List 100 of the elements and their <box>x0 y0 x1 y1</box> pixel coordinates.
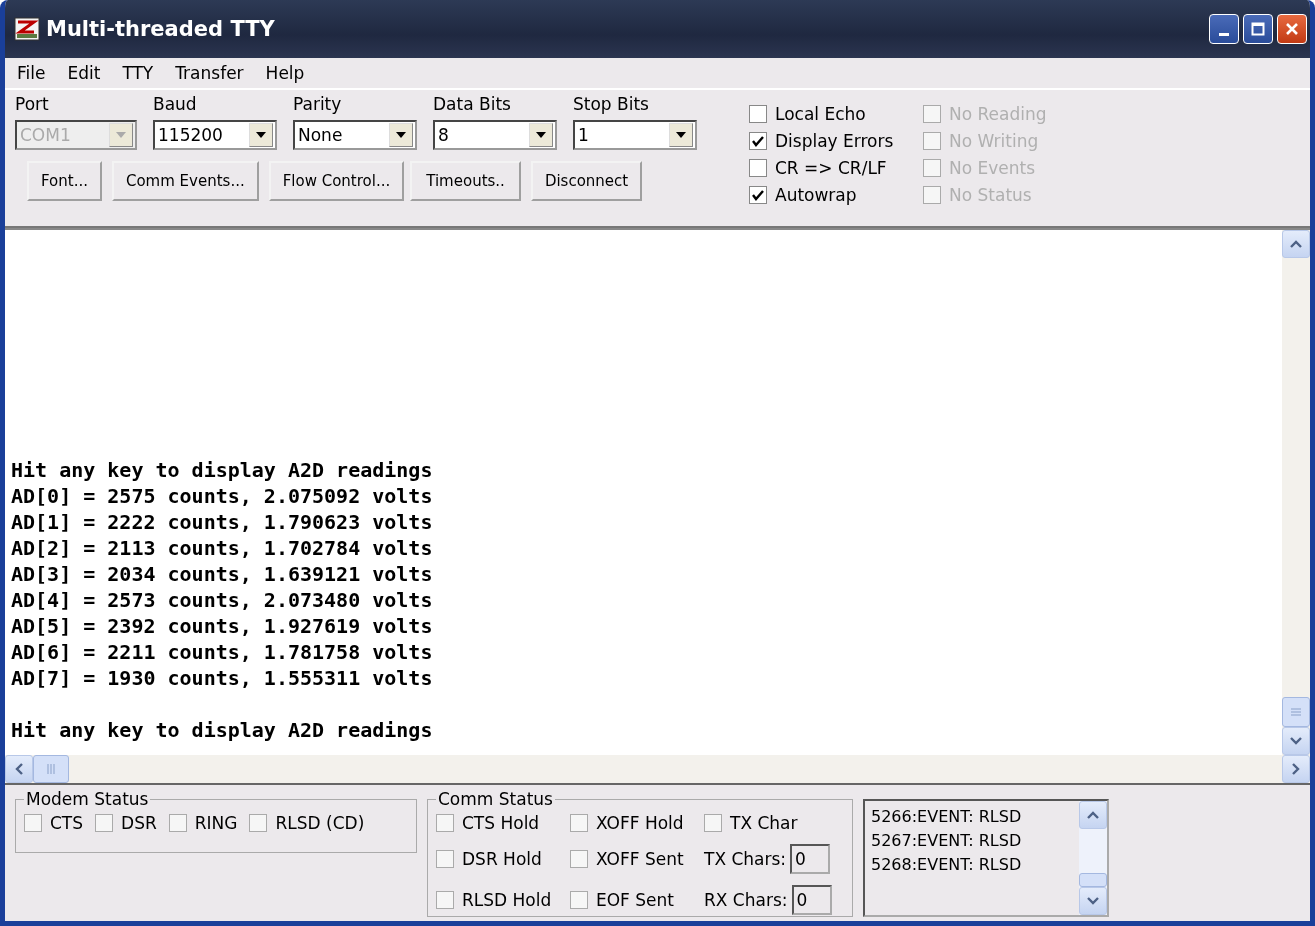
toolbar-button[interactable]: Comm Events... <box>111 161 259 201</box>
checkbox-label: CR => CR/LF <box>775 158 887 178</box>
menu-item[interactable]: Edit <box>65 63 103 83</box>
dropdown[interactable]: 1 <box>573 120 697 150</box>
list-item[interactable]: 5266:EVENT: RLSD <box>871 805 1073 829</box>
checkbox[interactable] <box>436 850 454 868</box>
checkbox-label: Autowrap <box>775 185 857 205</box>
vertical-scrollbar[interactable] <box>1282 230 1310 755</box>
list-item[interactable]: 5267:EVENT: RLSD <box>871 829 1073 853</box>
dropdown-arrow-icon <box>256 132 266 138</box>
menu-item[interactable]: File <box>15 63 48 83</box>
checkbox[interactable] <box>249 814 268 832</box>
dropdown[interactable]: 8 <box>433 120 557 150</box>
toolbar-button[interactable]: Disconnect <box>530 161 643 201</box>
checkbox-label: TX Char <box>730 813 798 833</box>
terminal-line: AD[7] = 1930 counts, 1.555311 volts <box>11 665 434 691</box>
count-field[interactable]: 0 <box>790 844 831 874</box>
checkbox-label: No Events <box>949 158 1036 178</box>
dropdown-arrow-icon <box>536 132 546 138</box>
checkbox[interactable] <box>749 186 767 204</box>
field-label: RX Chars: <box>704 890 788 910</box>
checkbox[interactable] <box>436 891 454 909</box>
terminal-line: AD[4] = 2573 counts, 2.073480 volts <box>11 587 434 613</box>
checkbox-label: CTS Hold <box>462 813 540 833</box>
checkbox[interactable] <box>570 814 588 832</box>
scroll-right-button[interactable] <box>1282 755 1310 783</box>
down-chevron-icon <box>1290 737 1302 745</box>
checkbox-label: XOFF Hold <box>596 813 684 833</box>
window-title: Multi-threaded TTY <box>46 17 276 41</box>
dropdown[interactable]: None <box>293 120 417 150</box>
terminal-line: AD[1] = 2222 counts, 1.790623 volts <box>11 509 434 535</box>
event-log-list[interactable]: 5266:EVENT: RLSD 5267:EVENT: RLSD 5268:EVENT: RLSD <box>863 799 1109 917</box>
terminal-line: AD[0] = 2575 counts, 2.075092 volts <box>11 483 434 509</box>
checkbox-label: No Writing <box>949 131 1039 151</box>
checkbox[interactable] <box>95 814 114 832</box>
toolbar-button[interactable]: Timeouts.. <box>410 161 521 201</box>
checkbox[interactable] <box>749 105 767 123</box>
scroll-up-button[interactable] <box>1079 801 1107 829</box>
dropdown-arrow-icon <box>676 132 686 138</box>
terminal-line: Hit any key to display A2D readings <box>11 717 434 743</box>
field-label: Baud <box>153 94 198 116</box>
dropdown-arrow-icon <box>396 132 406 138</box>
checkbox-label: CTS <box>50 813 84 833</box>
grip-icon <box>1291 708 1301 716</box>
field-label: TX Chars: <box>704 849 787 869</box>
menu-item[interactable]: Transfer <box>173 63 246 83</box>
maximize-icon <box>1251 22 1265 36</box>
scroll-left-button[interactable] <box>5 755 33 783</box>
checkbox-label: Local Echo <box>775 104 866 124</box>
horizontal-scrollbar[interactable] <box>5 755 1310 785</box>
right-chevron-icon <box>1292 763 1300 775</box>
checkbox[interactable] <box>704 814 722 832</box>
list-item[interactable]: 5268:EVENT: RLSD <box>871 853 1073 877</box>
checkbox-label: DSR Hold <box>462 849 542 869</box>
menu-item[interactable]: Help <box>263 63 307 83</box>
scroll-thumb[interactable] <box>1079 873 1107 887</box>
group-title: Comm Status <box>437 789 554 809</box>
toolbar-button[interactable]: Font... <box>27 161 102 201</box>
checkbox-label: No Status <box>949 185 1032 205</box>
field-label: Port <box>15 94 50 116</box>
maximize-button[interactable] <box>1243 14 1273 44</box>
scroll-thumb[interactable] <box>33 755 69 783</box>
checkmark-icon <box>752 135 764 147</box>
field-label: Parity <box>293 94 343 116</box>
field-label: Stop Bits <box>573 94 650 116</box>
dropdown[interactable]: 115200 <box>153 120 277 150</box>
checkbox[interactable] <box>749 159 767 177</box>
checkbox[interactable] <box>570 850 588 868</box>
menu-item[interactable]: TTY <box>120 63 156 83</box>
checkbox-label: XOFF Sent <box>596 849 684 869</box>
minimize-icon <box>1219 32 1229 36</box>
toolbar-button[interactable]: Flow Control... <box>268 161 405 201</box>
scroll-down-button[interactable] <box>1079 887 1107 915</box>
terminal-line: AD[6] = 2211 counts, 1.781758 volts <box>11 639 434 665</box>
checkbox-label: RLSD Hold <box>462 890 552 910</box>
checkbox[interactable] <box>436 814 454 832</box>
grip-icon <box>47 764 55 774</box>
checkbox-label: RING <box>194 813 238 833</box>
close-button[interactable] <box>1277 14 1307 44</box>
checkbox[interactable] <box>168 814 187 832</box>
checkbox[interactable] <box>570 891 588 909</box>
checkbox-label: EOF Sent <box>596 890 674 910</box>
group-title: Modem Status <box>25 789 150 809</box>
checkbox-label: No Reading <box>949 104 1047 124</box>
scroll-up-button[interactable] <box>1282 230 1310 258</box>
dropdown-arrow-icon <box>116 132 126 138</box>
scroll-thumb[interactable] <box>1282 697 1310 727</box>
scroll-down-button[interactable] <box>1282 727 1310 755</box>
left-chevron-icon <box>15 763 23 775</box>
checkbox[interactable] <box>749 132 767 150</box>
checkbox[interactable] <box>24 814 42 832</box>
checkbox-label: RLSD (CD) <box>275 813 365 833</box>
up-chevron-icon <box>1290 240 1302 248</box>
minimize-button[interactable] <box>1209 14 1239 44</box>
checkbox-label: DSR <box>121 813 157 833</box>
close-icon <box>1285 22 1299 36</box>
terminal-line: AD[2] = 2113 counts, 1.702784 volts <box>11 535 434 561</box>
checkbox-label: Display Errors <box>775 131 894 151</box>
vertical-scrollbar[interactable] <box>1079 801 1107 915</box>
count-field[interactable]: 0 <box>791 885 832 915</box>
